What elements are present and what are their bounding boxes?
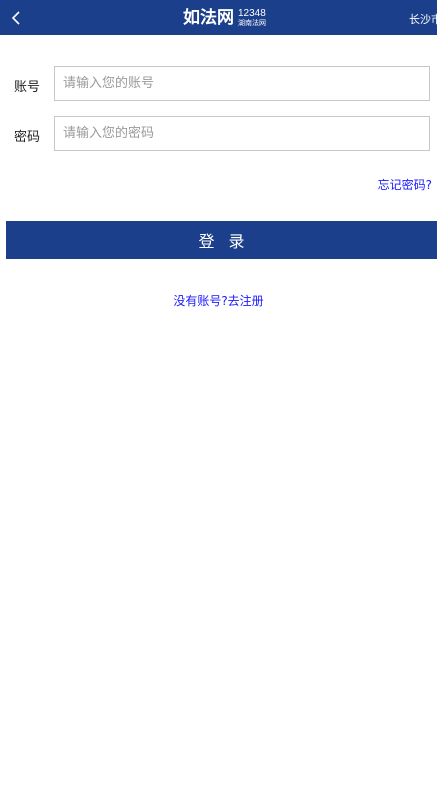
register-link[interactable]: 没有账号?去注册 bbox=[173, 294, 263, 308]
login-button[interactable]: 登录 bbox=[6, 221, 437, 259]
account-input[interactable] bbox=[54, 66, 430, 101]
forgot-password-link[interactable]: 忘记密码? bbox=[378, 176, 432, 193]
logo-main-text: 如法网 bbox=[183, 8, 234, 28]
account-label: 账号 bbox=[14, 80, 41, 95]
chevron-left-icon bbox=[11, 10, 20, 25]
account-row: 账号 bbox=[0, 66, 437, 102]
logo-side: 12348 湖南法网 bbox=[238, 7, 266, 28]
city-selector[interactable]: 长沙市 bbox=[409, 11, 437, 27]
logo-number: 12348 bbox=[238, 7, 266, 19]
password-input[interactable] bbox=[54, 116, 430, 151]
password-label: 密码 bbox=[14, 130, 41, 145]
logo-subtitle: 湖南法网 bbox=[238, 18, 266, 27]
top-bar: 如法网 12348 湖南法网 长沙市 bbox=[0, 0, 437, 35]
site-logo: 如法网 12348 湖南法网 bbox=[183, 6, 266, 30]
password-row: 密码 bbox=[0, 116, 437, 152]
register-row: 没有账号?去注册 bbox=[0, 292, 437, 309]
back-button[interactable] bbox=[0, 0, 32, 35]
